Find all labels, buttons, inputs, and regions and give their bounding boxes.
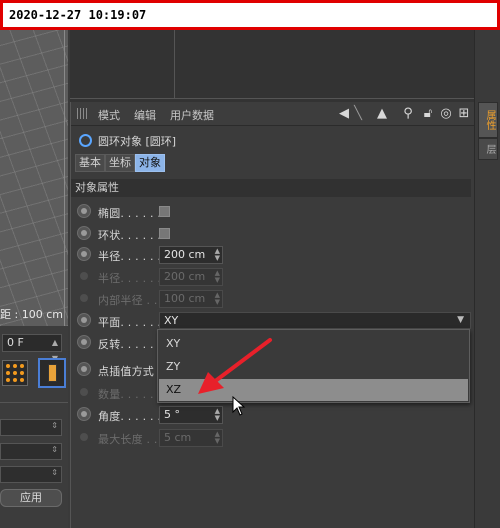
anim-radio-icon[interactable] — [77, 407, 91, 421]
frame-value: 0 F — [7, 336, 24, 349]
grip-icon[interactable] — [77, 108, 89, 119]
prop-radius: 半径. . . . . . 200 cm ▲ ▼ — [71, 244, 471, 266]
tab-attributes[interactable]: 属性 — [478, 102, 498, 138]
prop-radius-2: 半径. . . . . . 200 cm ▲ ▼ — [71, 266, 471, 288]
radius-value: 200 cm — [164, 248, 206, 261]
tab-object[interactable]: 对象 — [135, 154, 165, 172]
timestamp-text: 2020-12-27 10:19:07 — [9, 8, 147, 22]
left-divider — [0, 402, 68, 403]
anim-radio-icon[interactable] — [77, 362, 91, 376]
prop-label: 最大长度 . . — [98, 433, 158, 446]
right-tab-strip: 属性 层 — [474, 30, 500, 528]
new-panel-icon[interactable]: ⊞ — [457, 106, 471, 121]
anim-radio-icon[interactable] — [77, 247, 91, 261]
anim-radio-icon[interactable] — [77, 204, 91, 218]
anim-radio-icon[interactable] — [77, 226, 91, 240]
section-header: 对象属性 — [71, 179, 471, 197]
select-arrows-icon: ⇕ — [51, 445, 58, 454]
radius-field[interactable]: 200 cm ▲ ▼ — [159, 246, 223, 264]
spin-arrows-icon: ▲ ▼ — [214, 269, 220, 284]
apply-button[interactable]: 应用 — [0, 489, 62, 507]
ring-checkbox[interactable] — [159, 228, 170, 239]
3d-viewport[interactable] — [0, 30, 68, 326]
timestamp-bar: 2020-12-27 10:19:07 — [0, 0, 500, 30]
menu-edit[interactable]: 编辑 — [134, 107, 156, 123]
lock-icon[interactable]: 🔓︎ — [421, 106, 435, 121]
object-manager-panel[interactable] — [70, 30, 475, 102]
menu-user-data[interactable]: 用户数据 — [170, 107, 214, 123]
viewport-divider — [64, 30, 65, 326]
grid-distance-label: 距 : 100 cm — [0, 308, 63, 321]
frame-field[interactable]: 0 F ▲▼ — [2, 334, 62, 363]
object-title: 圆环对象 [圆环] — [98, 135, 177, 148]
spin-arrows-icon[interactable]: ▲▼ — [215, 248, 220, 262]
prop-ring: 环状. . . . . . — [71, 223, 471, 245]
prop-max-length: 最大长度 . . 5 cm ▲ ▼ — [71, 427, 471, 449]
search-icon[interactable]: ⚲ — [401, 106, 415, 121]
max-length-field: 5 cm ▲ ▼ — [159, 429, 223, 447]
chevron-down-icon: ▼ — [457, 315, 464, 325]
prop-label: 点插值方式 — [98, 365, 154, 378]
anim-radio-icon[interactable] — [77, 313, 91, 327]
column-divider — [174, 30, 175, 98]
spin-arrows-icon: ▲ ▼ — [214, 430, 220, 445]
select-arrows-icon: ⇕ — [51, 468, 58, 477]
viewport-grid — [0, 30, 68, 326]
angle-value: 5 ° — [164, 408, 180, 421]
prop-label: 数量. . . . . . — [98, 388, 162, 401]
prop-ellipse: 椭圆. . . . . . — [71, 201, 471, 223]
left-select-2[interactable]: ⇕ — [0, 443, 62, 460]
prop-label: 半径. . . . . . — [98, 250, 162, 263]
anim-radio-icon — [80, 388, 88, 396]
angle-field[interactable]: 5 ° ▲ ▼ — [159, 406, 223, 424]
torus-icon — [79, 134, 92, 147]
anim-radio-icon[interactable] — [77, 335, 91, 349]
plane-value: XY — [164, 314, 179, 327]
prop-angle: 角度. . . . . . 5 ° ▲ ▼ — [71, 404, 471, 426]
prop-label: 椭圆. . . . . . — [98, 207, 162, 220]
up-arrow-icon[interactable]: ▲ — [375, 106, 389, 121]
prop-label: 平面. . . . . . — [98, 316, 162, 329]
tab-layers[interactable]: 层 — [478, 138, 498, 160]
annotation-arrow-icon — [198, 338, 272, 394]
attributes-menubar: 模式 编辑 用户数据 ◀ ╲ ▲ ⚲ 🔓︎ ◎ ⊞ — [71, 102, 475, 126]
plane-select[interactable]: XY ▼ — [159, 312, 471, 329]
mouse-cursor-icon — [232, 396, 246, 416]
left-select-3[interactable]: ⇕ — [0, 466, 62, 483]
film-strip-icon[interactable] — [38, 358, 66, 388]
tab-coordinates[interactable]: 坐标 — [105, 154, 135, 172]
back-arrow-icon[interactable]: ◀ — [333, 106, 355, 121]
tab-basic[interactable]: 基本 — [75, 154, 105, 172]
prop-label: 反转. . . . . . — [98, 338, 162, 351]
prop-label: 角度. . . . . . — [98, 410, 162, 423]
menu-mode[interactable]: 模式 — [98, 107, 120, 123]
anim-radio-icon — [80, 433, 88, 441]
attributes-panel: 模式 编辑 用户数据 ◀ ╲ ▲ ⚲ 🔓︎ ◎ ⊞ 圆环对象 [圆环] 基本 坐… — [70, 102, 475, 528]
target-icon[interactable]: ◎ — [439, 106, 453, 121]
prop-label: 半径. . . . . . — [98, 272, 162, 285]
left-select-1[interactable]: ⇕ — [0, 419, 62, 436]
radius-2-value: 200 cm — [164, 270, 206, 283]
prop-label: 内部半径 . . — [98, 294, 158, 307]
row-divider — [70, 98, 474, 99]
inner-radius-field: 100 cm ▲ ▼ — [159, 290, 223, 308]
inner-radius-value: 100 cm — [164, 292, 206, 305]
radius-2-field: 200 cm ▲ ▼ — [159, 268, 223, 286]
spin-arrows-icon[interactable]: ▲▼ — [215, 408, 220, 422]
select-arrows-icon: ⇕ — [51, 421, 58, 430]
keyframe-dots-icon[interactable] — [2, 360, 28, 386]
prop-label: 环状. . . . . . — [98, 229, 162, 242]
max-length-value: 5 cm — [164, 431, 192, 444]
prop-inner-radius: 内部半径 . . 100 cm ▲ ▼ — [71, 288, 471, 310]
anim-radio-icon — [80, 272, 88, 280]
anim-radio-icon — [80, 294, 88, 302]
spin-arrows-icon: ▲ ▼ — [214, 291, 220, 306]
ellipse-checkbox[interactable] — [159, 206, 170, 217]
slash-icon: ╲ — [354, 106, 362, 121]
